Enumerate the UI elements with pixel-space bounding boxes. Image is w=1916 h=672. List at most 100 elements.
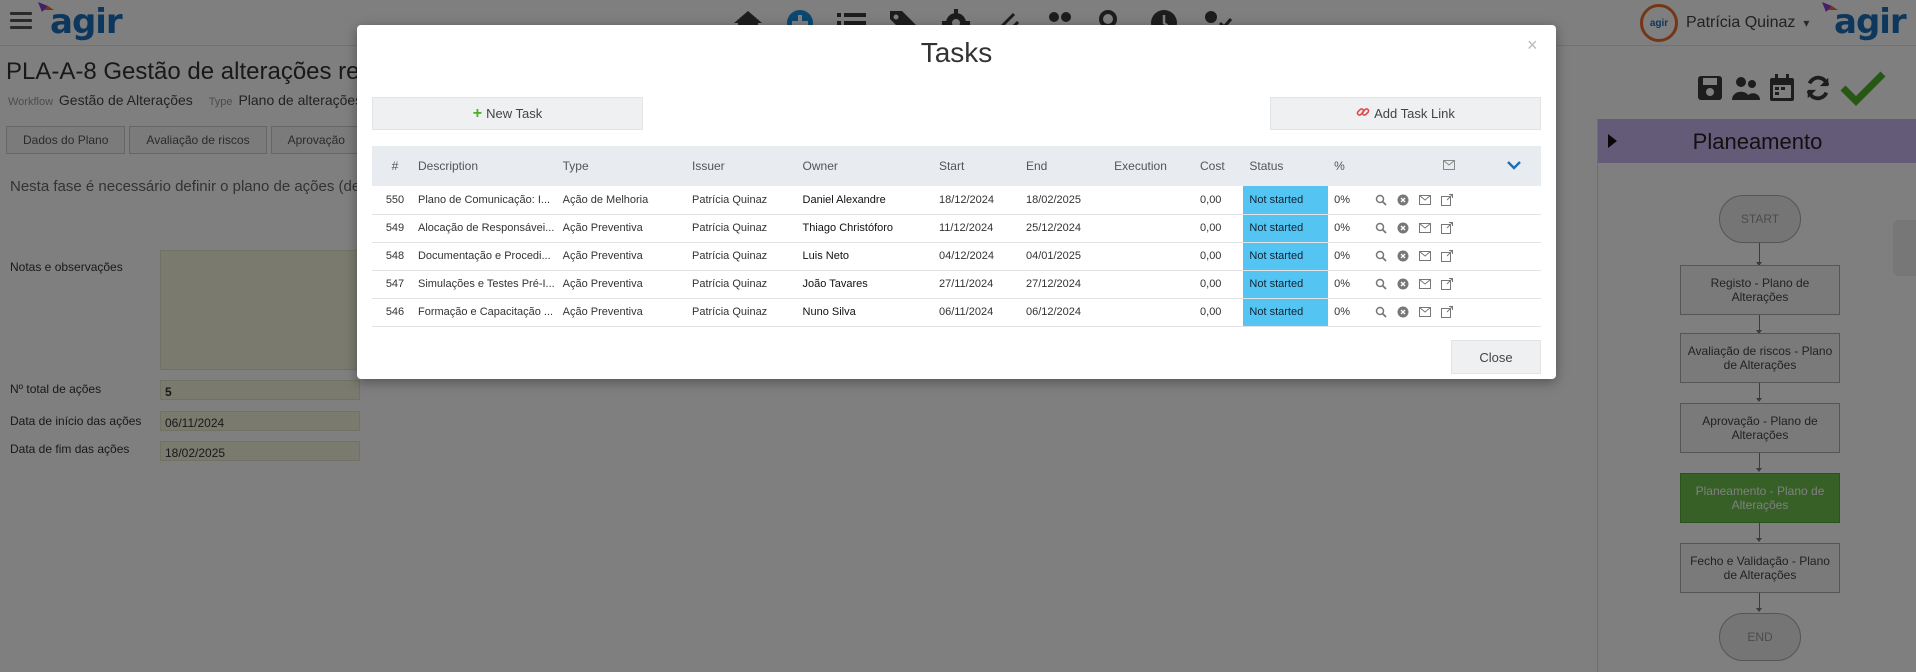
cell-percent: 0% xyxy=(1328,186,1369,215)
status-badge: Not started xyxy=(1243,298,1329,327)
col-header-issuer[interactable]: Issuer xyxy=(686,146,797,186)
table-header-row: # Description Type Issuer Owner Start En… xyxy=(372,146,1541,186)
modal-title: Tasks xyxy=(920,37,993,68)
cell-cost: 0,00 xyxy=(1194,270,1244,299)
cell-cost: 0,00 xyxy=(1194,242,1244,271)
cell-id: 549 xyxy=(372,214,412,243)
cell-id: 550 xyxy=(372,186,412,215)
cell-start: 06/11/2024 xyxy=(932,298,1020,327)
table-row[interactable]: 548 Documentação e Procedi... Ação Prevent… xyxy=(372,242,1541,271)
row-spacer xyxy=(1492,298,1541,327)
plus-icon: + xyxy=(472,104,483,122)
search-icon[interactable] xyxy=(1374,277,1388,291)
row-actions xyxy=(1368,242,1493,271)
col-header-description[interactable]: Description xyxy=(412,146,557,186)
envelope-icon xyxy=(1443,160,1456,170)
cell-end: 04/01/2025 xyxy=(1019,242,1109,271)
external-link-icon[interactable] xyxy=(1440,277,1454,291)
new-task-button[interactable]: + New Task xyxy=(372,97,643,130)
chevron-down-icon xyxy=(1506,161,1521,170)
cell-cost: 0,00 xyxy=(1194,298,1244,327)
delete-icon[interactable] xyxy=(1396,193,1410,207)
cell-description: Plano de Comunicação: I... xyxy=(411,186,557,215)
envelope-icon[interactable] xyxy=(1418,305,1432,319)
external-link-icon[interactable] xyxy=(1440,249,1454,263)
close-button[interactable]: Close xyxy=(1451,340,1541,374)
cell-percent: 0% xyxy=(1328,214,1369,243)
envelope-icon[interactable] xyxy=(1418,249,1432,263)
cell-description: Documentação e Procedi... xyxy=(411,242,557,271)
row-actions xyxy=(1368,214,1493,243)
col-header-id[interactable]: # xyxy=(372,146,412,186)
search-icon[interactable] xyxy=(1374,249,1388,263)
cell-id: 547 xyxy=(372,270,412,299)
search-icon[interactable] xyxy=(1374,305,1388,319)
col-header-actions xyxy=(1368,146,1493,186)
cell-start: 18/12/2024 xyxy=(932,186,1020,215)
cell-end: 18/02/2025 xyxy=(1019,186,1109,215)
external-link-icon[interactable] xyxy=(1440,193,1454,207)
row-actions xyxy=(1368,270,1493,299)
close-icon[interactable]: × xyxy=(1527,35,1538,56)
cell-percent: 0% xyxy=(1328,242,1369,271)
col-header-status[interactable]: Status xyxy=(1243,146,1328,186)
cell-cost: 0,00 xyxy=(1194,214,1244,243)
cell-owner: Thiago Christóforo xyxy=(796,214,933,243)
cell-end: 27/12/2024 xyxy=(1019,270,1109,299)
envelope-icon[interactable] xyxy=(1418,277,1432,291)
cell-start: 11/12/2024 xyxy=(932,214,1020,243)
add-task-link-label: Add Task Link xyxy=(1374,106,1455,121)
delete-icon[interactable] xyxy=(1396,249,1410,263)
col-header-percent[interactable]: % xyxy=(1328,146,1368,186)
cell-start: 04/12/2024 xyxy=(932,242,1020,271)
cell-issuer: Patrícia Quinaz xyxy=(685,298,797,327)
expand-columns-button[interactable] xyxy=(1493,146,1541,186)
col-header-type[interactable]: Type xyxy=(557,146,686,186)
col-header-start[interactable]: Start xyxy=(933,146,1020,186)
cell-description: Alocação de Responsávei... xyxy=(411,214,557,243)
table-row[interactable]: 550 Plano de Comunicação: I... Ação de Mel… xyxy=(372,186,1541,215)
cell-type: Ação Preventiva xyxy=(556,214,686,243)
row-spacer xyxy=(1492,270,1541,299)
cell-type: Ação Preventiva xyxy=(556,270,686,299)
cell-execution xyxy=(1108,186,1195,215)
row-actions xyxy=(1368,298,1493,327)
delete-icon[interactable] xyxy=(1396,221,1410,235)
status-badge: Not started xyxy=(1243,186,1329,215)
row-spacer xyxy=(1492,186,1541,215)
cell-percent: 0% xyxy=(1328,270,1369,299)
tasks-modal: Tasks × + New Task Add Task Link # Descr… xyxy=(357,25,1556,379)
search-icon[interactable] xyxy=(1374,221,1388,235)
col-header-cost[interactable]: Cost xyxy=(1194,146,1243,186)
tasks-table: # Description Type Issuer Owner Start En… xyxy=(372,146,1541,327)
link-icon xyxy=(1356,105,1370,122)
col-header-end[interactable]: End xyxy=(1020,146,1108,186)
search-icon[interactable] xyxy=(1374,193,1388,207)
cell-issuer: Patrícia Quinaz xyxy=(685,242,797,271)
cell-cost: 0,00 xyxy=(1194,186,1244,215)
cell-issuer: Patrícia Quinaz xyxy=(685,186,797,215)
add-task-link-button[interactable]: Add Task Link xyxy=(1270,97,1541,130)
row-actions xyxy=(1368,186,1493,215)
cell-end: 06/12/2024 xyxy=(1019,298,1109,327)
cell-description: Simulações e Testes Pré-I... xyxy=(411,270,557,299)
external-link-icon[interactable] xyxy=(1440,305,1454,319)
col-header-execution[interactable]: Execution xyxy=(1108,146,1194,186)
envelope-icon[interactable] xyxy=(1418,193,1432,207)
cell-owner: Nuno Silva xyxy=(796,298,933,327)
row-spacer xyxy=(1492,242,1541,271)
delete-icon[interactable] xyxy=(1396,305,1410,319)
cell-issuer: Patrícia Quinaz xyxy=(685,214,797,243)
envelope-icon[interactable] xyxy=(1418,221,1432,235)
delete-icon[interactable] xyxy=(1396,277,1410,291)
status-badge: Not started xyxy=(1243,270,1329,299)
cell-execution xyxy=(1108,298,1195,327)
table-row[interactable]: 547 Simulações e Testes Pré-I... Ação Prev… xyxy=(372,270,1541,299)
external-link-icon[interactable] xyxy=(1440,221,1454,235)
table-row[interactable]: 549 Alocação de Responsávei... Ação Preven… xyxy=(372,214,1541,243)
cell-type: Ação Preventiva xyxy=(556,298,686,327)
table-row[interactable]: 546 Formação e Capacitação ... Ação Preven… xyxy=(372,298,1541,327)
col-header-owner[interactable]: Owner xyxy=(797,146,933,186)
cell-description: Formação e Capacitação ... xyxy=(411,298,557,327)
cell-execution xyxy=(1108,270,1195,299)
